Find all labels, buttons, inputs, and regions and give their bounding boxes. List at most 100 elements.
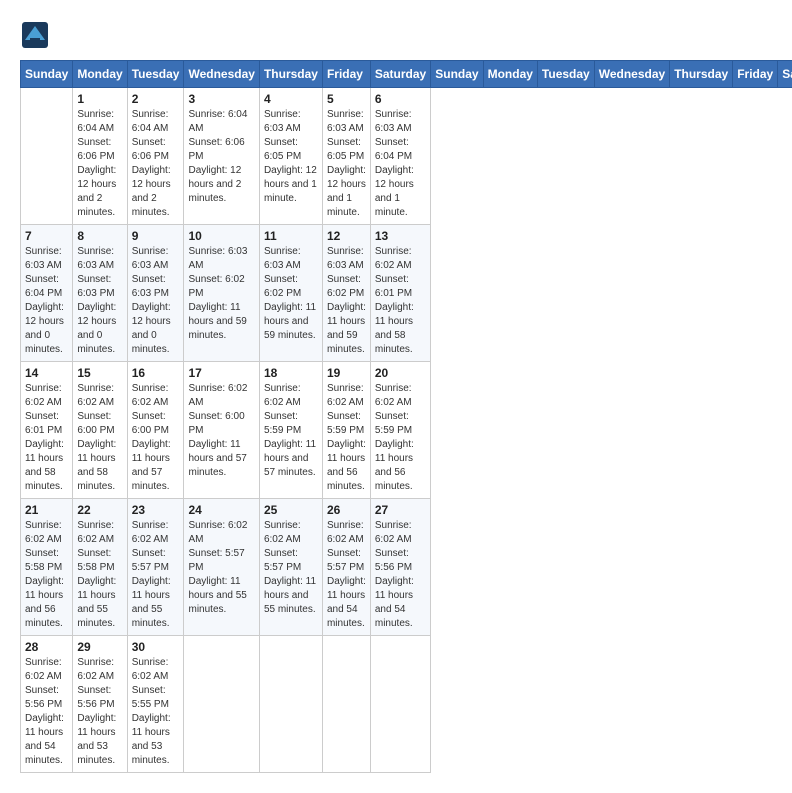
calendar-cell: 12 Sunrise: 6:03 AMSunset: 6:02 PMDayligh… <box>322 225 370 362</box>
weekday-header-saturday: Saturday <box>370 61 430 88</box>
day-number: 21 <box>25 503 68 517</box>
day-info: Sunrise: 6:02 AMSunset: 5:58 PMDaylight:… <box>25 519 68 631</box>
day-number: 14 <box>25 366 68 380</box>
weekday-header-monday: Monday <box>483 61 537 88</box>
day-number: 29 <box>77 640 122 654</box>
calendar-cell: 28Sunrise: 6:02 AMSunset: 5:56 PMDayligh… <box>21 636 73 773</box>
week-row-4: 21 Sunrise: 6:02 AMSunset: 5:58 PMDayligh… <box>21 499 792 636</box>
page-header <box>20 20 772 50</box>
calendar-cell: 3 Sunrise: 6:04 AMSunset: 6:06 PMDaylight… <box>184 88 259 225</box>
day-number: 30 <box>132 640 180 654</box>
logo-icon <box>20 20 50 50</box>
calendar-cell: 22 Sunrise: 6:02 AMSunset: 5:58 PMDayligh… <box>73 499 127 636</box>
weekday-header-tuesday: Tuesday <box>537 61 594 88</box>
calendar-cell: 10 Sunrise: 6:03 AMSunset: 6:02 PMDayligh… <box>184 225 259 362</box>
day-info: Sunrise: 6:02 AMSunset: 5:57 PMDaylight:… <box>327 519 366 631</box>
weekday-header-row: SundayMondayTuesdayWednesdayThursdayFrid… <box>21 61 792 88</box>
weekday-header-friday: Friday <box>322 61 370 88</box>
calendar-cell: 16 Sunrise: 6:02 AMSunset: 6:00 PMDayligh… <box>127 362 184 499</box>
day-number: 7 <box>25 229 68 243</box>
day-info: Sunrise: 6:02 AMSunset: 5:56 PMDaylight:… <box>77 656 122 768</box>
calendar-cell: 29 Sunrise: 6:02 AMSunset: 5:56 PMDayligh… <box>73 636 127 773</box>
day-info: Sunrise: 6:02 AMSunset: 5:56 PMDaylight:… <box>375 519 426 631</box>
day-number: 12 <box>327 229 366 243</box>
calendar-cell: 23 Sunrise: 6:02 AMSunset: 5:57 PMDayligh… <box>127 499 184 636</box>
day-number: 25 <box>264 503 318 517</box>
day-number: 9 <box>132 229 180 243</box>
day-info: Sunrise: 6:02 AMSunset: 5:57 PMDaylight:… <box>132 519 180 631</box>
day-number: 2 <box>132 92 180 106</box>
day-number: 1 <box>77 92 122 106</box>
day-info: Sunrise: 6:04 AMSunset: 6:06 PMDaylight:… <box>132 108 180 220</box>
calendar-cell <box>21 88 73 225</box>
calendar-cell: 4Sunrise: 6:03 AMSunset: 6:05 PMDaylight… <box>259 88 322 225</box>
day-info: Sunrise: 6:03 AMSunset: 6:02 PMDaylight:… <box>327 245 366 357</box>
day-info: Sunrise: 6:03 AMSunset: 6:03 PMDaylight:… <box>132 245 180 357</box>
day-info: Sunrise: 6:03 AMSunset: 6:02 PMDaylight:… <box>264 245 318 343</box>
day-number: 15 <box>77 366 122 380</box>
calendar-cell: 27Sunrise: 6:02 AMSunset: 5:56 PMDayligh… <box>370 499 430 636</box>
day-number: 16 <box>132 366 180 380</box>
day-number: 10 <box>188 229 254 243</box>
day-number: 23 <box>132 503 180 517</box>
calendar-cell <box>184 636 259 773</box>
day-number: 4 <box>264 92 318 106</box>
calendar-cell: 13 Sunrise: 6:02 AMSunset: 6:01 PMDayligh… <box>370 225 430 362</box>
weekday-header-sunday: Sunday <box>431 61 483 88</box>
weekday-header-monday: Monday <box>73 61 127 88</box>
day-number: 22 <box>77 503 122 517</box>
day-number: 13 <box>375 229 426 243</box>
day-info: Sunrise: 6:03 AMSunset: 6:04 PMDaylight:… <box>375 108 426 220</box>
day-number: 18 <box>264 366 318 380</box>
day-number: 20 <box>375 366 426 380</box>
day-info: Sunrise: 6:02 AMSunset: 5:59 PMDaylight:… <box>327 382 366 494</box>
calendar-table: SundayMondayTuesdayWednesdayThursdayFrid… <box>20 60 792 773</box>
weekday-header-thursday: Thursday <box>259 61 322 88</box>
calendar-cell: 9 Sunrise: 6:03 AMSunset: 6:03 PMDaylight… <box>127 225 184 362</box>
day-info: Sunrise: 6:03 AMSunset: 6:05 PMDaylight:… <box>327 108 366 220</box>
day-info: Sunrise: 6:04 AMSunset: 6:06 PMDaylight:… <box>188 108 254 206</box>
week-row-5: 28Sunrise: 6:02 AMSunset: 5:56 PMDayligh… <box>21 636 792 773</box>
day-info: Sunrise: 6:03 AMSunset: 6:02 PMDaylight:… <box>188 245 254 343</box>
weekday-header-thursday: Thursday <box>670 61 733 88</box>
day-number: 6 <box>375 92 426 106</box>
calendar-cell: 8Sunrise: 6:03 AMSunset: 6:03 PMDaylight… <box>73 225 127 362</box>
day-info: Sunrise: 6:02 AMSunset: 5:59 PMDaylight:… <box>264 382 318 480</box>
day-info: Sunrise: 6:02 AMSunset: 5:55 PMDaylight:… <box>132 656 180 768</box>
calendar-cell: 20 Sunrise: 6:02 AMSunset: 5:59 PMDayligh… <box>370 362 430 499</box>
day-number: 11 <box>264 229 318 243</box>
calendar-cell: 1Sunrise: 6:04 AMSunset: 6:06 PMDaylight… <box>73 88 127 225</box>
weekday-header-saturday: Saturday <box>778 61 792 88</box>
calendar-cell: 18 Sunrise: 6:02 AMSunset: 5:59 PMDayligh… <box>259 362 322 499</box>
calendar-cell: 21 Sunrise: 6:02 AMSunset: 5:58 PMDayligh… <box>21 499 73 636</box>
calendar-cell <box>259 636 322 773</box>
calendar-cell: 7Sunrise: 6:03 AMSunset: 6:04 PMDaylight… <box>21 225 73 362</box>
day-info: Sunrise: 6:02 AMSunset: 5:56 PMDaylight:… <box>25 656 68 768</box>
day-info: Sunrise: 6:02 AMSunset: 6:00 PMDaylight:… <box>132 382 180 494</box>
calendar-cell: 24Sunrise: 6:02 AMSunset: 5:57 PMDayligh… <box>184 499 259 636</box>
day-number: 19 <box>327 366 366 380</box>
logo <box>20 20 54 50</box>
week-row-1: 1 Sunrise: 6:04 AMSunset: 6:06 PMDaylight… <box>21 88 792 225</box>
day-number: 24 <box>188 503 254 517</box>
day-info: Sunrise: 6:02 AMSunset: 6:00 PMDaylight:… <box>188 382 254 480</box>
day-info: Sunrise: 6:02 AMSunset: 5:58 PMDaylight:… <box>77 519 122 631</box>
calendar-cell: 2 Sunrise: 6:04 AMSunset: 6:06 PMDaylight… <box>127 88 184 225</box>
day-info: Sunrise: 6:02 AMSunset: 6:01 PMDaylight:… <box>375 245 426 357</box>
weekday-header-sunday: Sunday <box>21 61 73 88</box>
day-info: Sunrise: 6:02 AMSunset: 6:01 PMDaylight:… <box>25 382 68 494</box>
day-info: Sunrise: 6:02 AMSunset: 6:00 PMDaylight:… <box>77 382 122 494</box>
weekday-header-friday: Friday <box>733 61 778 88</box>
calendar-cell <box>370 636 430 773</box>
weekday-header-wednesday: Wednesday <box>594 61 669 88</box>
day-info: Sunrise: 6:02 AMSunset: 5:59 PMDaylight:… <box>375 382 426 494</box>
day-info: Sunrise: 6:03 AMSunset: 6:03 PMDaylight:… <box>77 245 122 357</box>
weekday-header-tuesday: Tuesday <box>127 61 184 88</box>
calendar-cell: 19 Sunrise: 6:02 AMSunset: 5:59 PMDayligh… <box>322 362 370 499</box>
day-number: 3 <box>188 92 254 106</box>
day-number: 26 <box>327 503 366 517</box>
calendar-cell: 15 Sunrise: 6:02 AMSunset: 6:00 PMDayligh… <box>73 362 127 499</box>
calendar-cell: 17Sunrise: 6:02 AMSunset: 6:00 PMDayligh… <box>184 362 259 499</box>
calendar-cell: 14 Sunrise: 6:02 AMSunset: 6:01 PMDayligh… <box>21 362 73 499</box>
day-number: 5 <box>327 92 366 106</box>
